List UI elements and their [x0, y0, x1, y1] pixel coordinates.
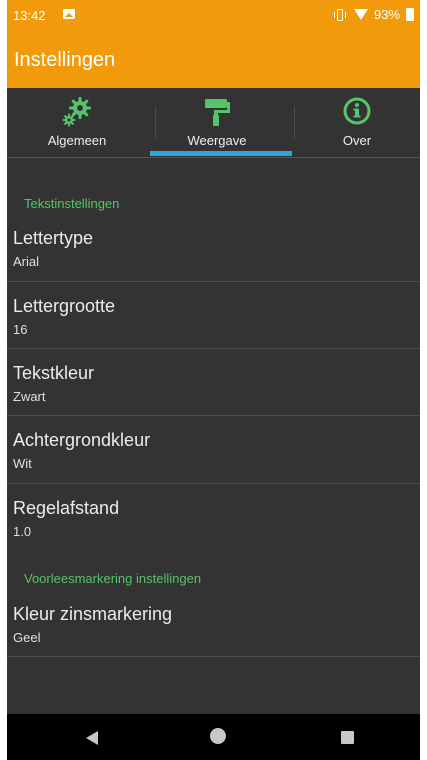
tab-about-label: Over: [342, 133, 372, 148]
battery-icon: [406, 8, 414, 21]
tab-bar: Algemeen Weergave Over: [7, 88, 420, 158]
setting-title: Tekstkleur: [13, 363, 95, 383]
setting-background-color[interactable]: Achtergrondkleur Wit: [7, 430, 420, 483]
setting-value: Geel: [13, 630, 41, 645]
setting-title: Kleur zinsmarkering: [13, 604, 173, 624]
setting-value: 1.0: [13, 524, 32, 539]
setting-value: Zwart: [13, 389, 46, 404]
setting-value: Wit: [13, 456, 32, 471]
gears-icon: [60, 96, 94, 133]
info-icon: [342, 96, 372, 131]
tab-bar-divider: [7, 157, 420, 158]
home-icon[interactable]: [210, 728, 226, 744]
setting-value: Arial: [13, 254, 40, 269]
setting-font[interactable]: Lettertype Arial: [7, 228, 420, 281]
setting-title: Lettergrootte: [13, 296, 116, 316]
divider: [7, 483, 420, 484]
setting-line-spacing[interactable]: Regelafstand 1.0: [7, 498, 420, 551]
section-header-readaloud-highlight: Voorleesmarkering instellingen: [24, 571, 202, 586]
tab-display[interactable]: Weergave: [147, 88, 287, 158]
recent-apps-icon[interactable]: [341, 731, 354, 744]
setting-title: Lettertype: [13, 228, 94, 248]
tab-about[interactable]: Over: [287, 88, 420, 158]
section-header-text-settings: Tekstinstellingen: [24, 196, 120, 211]
phone-screen: 13:42 93% Instellingen Algemeen Weergave…: [7, 0, 420, 760]
divider: [7, 656, 420, 657]
setting-sentence-highlight-color[interactable]: Kleur zinsmarkering Geel: [7, 604, 420, 656]
setting-title: Regelafstand: [13, 498, 120, 518]
setting-value: 16: [13, 322, 28, 337]
paint-roller-icon: [201, 96, 233, 133]
setting-text-color[interactable]: Tekstkleur Zwart: [7, 363, 420, 416]
status-icons: 93%: [332, 7, 414, 22]
divider: [7, 415, 420, 416]
tab-general-label: Algemeen: [47, 133, 107, 148]
tab-display-label: Weergave: [187, 133, 247, 148]
vibrate-icon: [332, 8, 348, 22]
navigation-bar: [7, 714, 420, 760]
app-bar: Instellingen: [7, 30, 420, 88]
back-icon[interactable]: [86, 731, 98, 745]
divider: [7, 348, 420, 349]
wifi-icon: [353, 9, 368, 20]
selected-tab-indicator: [150, 151, 292, 156]
status-bar: 13:42 93%: [7, 0, 420, 30]
page-title: Instellingen: [14, 49, 116, 71]
image-notification-icon: [63, 9, 75, 19]
setting-font-size[interactable]: Lettergrootte 16: [7, 296, 420, 349]
status-time: 13:42: [13, 8, 46, 23]
tab-general[interactable]: Algemeen: [7, 88, 147, 158]
divider: [7, 281, 420, 282]
setting-title: Achtergrondkleur: [13, 430, 151, 450]
battery-percentage: 93%: [373, 7, 400, 22]
